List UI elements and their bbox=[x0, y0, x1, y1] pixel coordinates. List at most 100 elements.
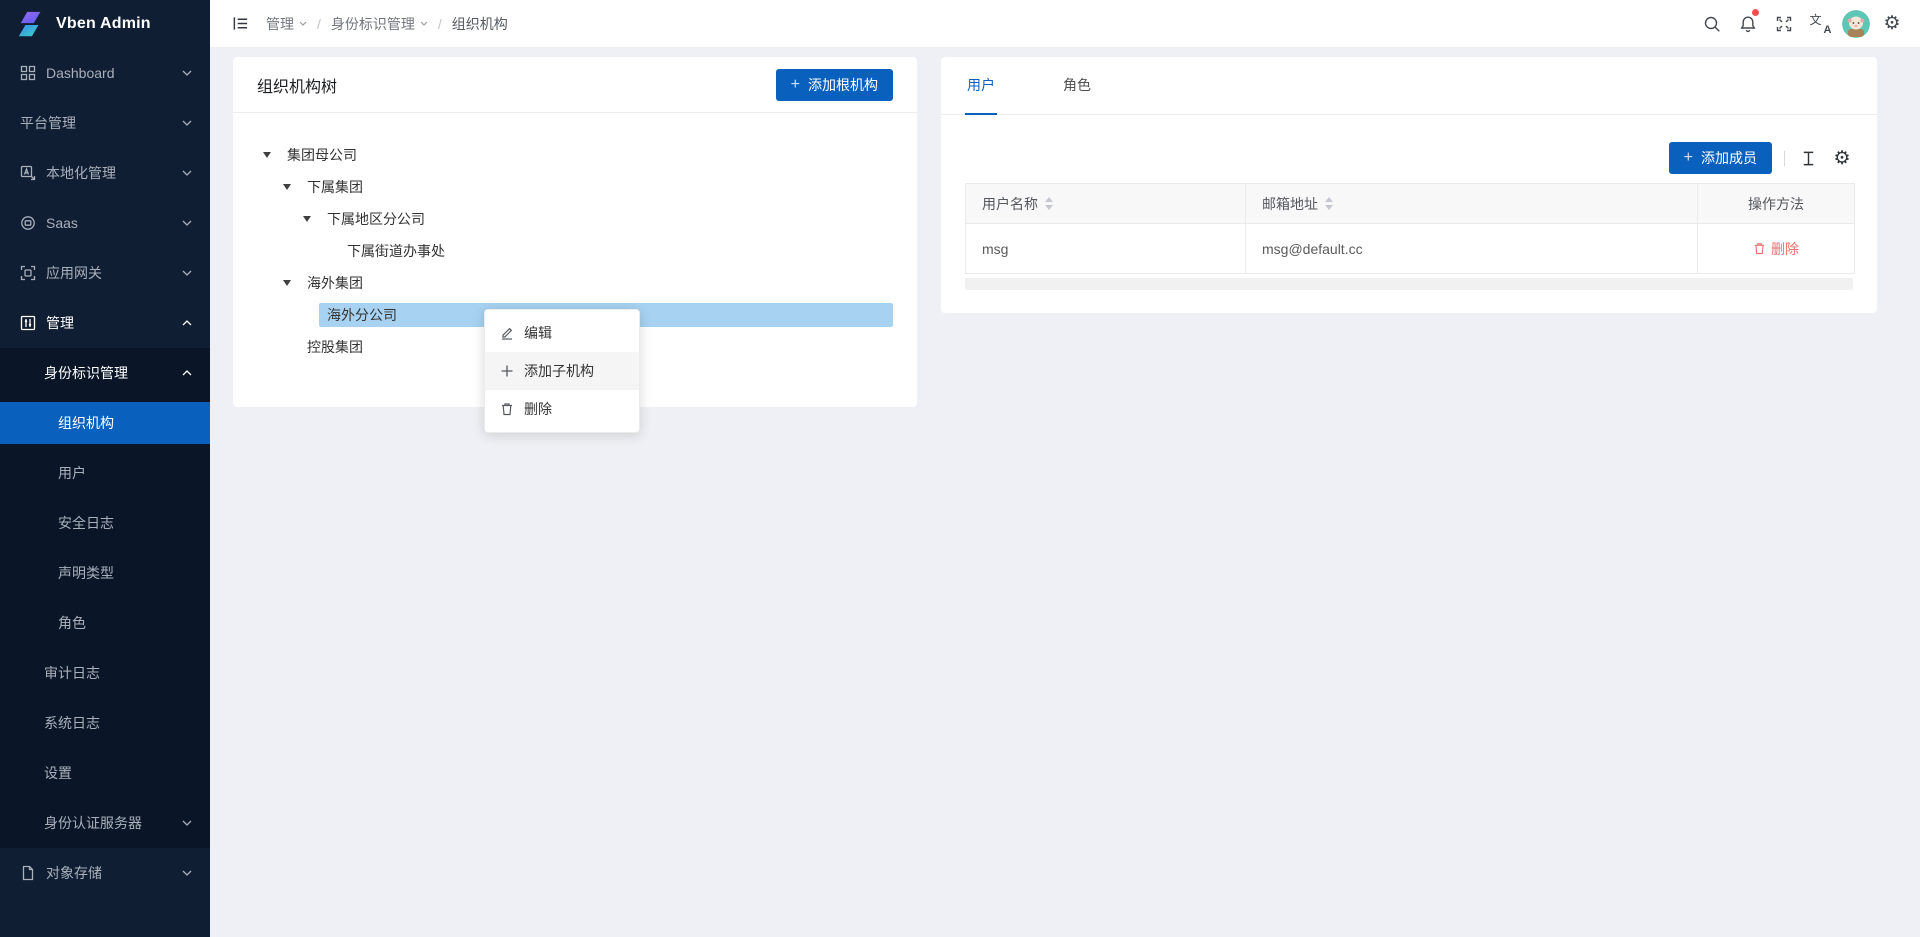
header-actions: 文 A ⚙ bbox=[1694, 0, 1910, 48]
sidebar-item-system-log[interactable]: 系统日志 bbox=[0, 698, 210, 748]
add-root-org-button[interactable]: + 添加根机构 bbox=[776, 69, 893, 101]
sidebar-fold-icon[interactable] bbox=[224, 0, 256, 48]
tree-node[interactable]: 下属集团 bbox=[257, 171, 893, 203]
table-scrollbar-track[interactable] bbox=[965, 278, 1853, 290]
breadcrumb-label: 组织机构 bbox=[452, 14, 508, 34]
sidebar-item-users[interactable]: 用户 bbox=[0, 448, 210, 498]
tree-caret-icon[interactable] bbox=[303, 216, 311, 222]
sidebar-item-saas[interactable]: Saas bbox=[0, 198, 210, 248]
sidebar-item-settings[interactable]: 设置 bbox=[0, 748, 210, 798]
breadcrumb: 管理 / 身份标识管理 / 组织机构 bbox=[266, 14, 508, 34]
search-icon[interactable] bbox=[1694, 0, 1730, 48]
logo[interactable]: Vben Admin bbox=[0, 0, 210, 48]
sidebar-menu: Dashboard 平台管理 本地化管理 bbox=[0, 48, 210, 898]
sidebar-item-label: 组织机构 bbox=[58, 413, 192, 433]
chevron-down-icon bbox=[182, 270, 192, 276]
chevron-down-icon bbox=[182, 70, 192, 76]
column-header-username[interactable]: 用户名称 bbox=[966, 184, 1246, 224]
sort-icon[interactable] bbox=[1045, 197, 1053, 210]
chevron-down-icon bbox=[182, 170, 192, 176]
tree-node[interactable]: 海外集团 bbox=[257, 267, 893, 299]
breadcrumb-label: 身份标识管理 bbox=[331, 14, 415, 34]
add-member-label: 添加成员 bbox=[1701, 148, 1757, 168]
sidebar-item-roles[interactable]: 角色 bbox=[0, 598, 210, 648]
user-avatar[interactable] bbox=[1838, 0, 1874, 48]
tree-caret-icon[interactable] bbox=[283, 280, 291, 286]
sidebar-item-label: 对象存储 bbox=[46, 863, 182, 883]
notification-dot bbox=[1752, 9, 1759, 16]
plus-icon bbox=[500, 364, 514, 378]
column-settings-gear-icon[interactable]: ⚙ bbox=[1831, 149, 1853, 168]
breadcrumb-item[interactable]: 身份标识管理 bbox=[331, 14, 428, 34]
add-root-org-label: 添加根机构 bbox=[808, 75, 878, 95]
localization-icon bbox=[20, 165, 46, 181]
context-menu-edit[interactable]: 编辑 bbox=[485, 314, 639, 352]
sidebar-item-label: 用户 bbox=[58, 463, 192, 483]
column-header-actions: 操作方法 bbox=[1698, 184, 1855, 224]
context-menu-label: 添加子机构 bbox=[524, 361, 594, 381]
saas-icon bbox=[20, 215, 46, 231]
tree-node[interactable]: 集团母公司 bbox=[257, 139, 893, 171]
sidebar-item-label: 声明类型 bbox=[58, 563, 192, 583]
tree-node-label: 海外集团 bbox=[299, 271, 893, 295]
context-menu-add-child-org[interactable]: 添加子机构 bbox=[485, 352, 639, 390]
row-height-icon[interactable] bbox=[1797, 150, 1819, 167]
vben-logo-icon bbox=[16, 9, 46, 39]
chevron-down-icon bbox=[299, 21, 307, 26]
add-member-button[interactable]: + 添加成员 bbox=[1669, 142, 1772, 174]
column-label: 操作方法 bbox=[1748, 194, 1804, 214]
sidebar-item-claim-types[interactable]: 声明类型 bbox=[0, 548, 210, 598]
lang-zh-glyph: 文 bbox=[1810, 11, 1822, 28]
breadcrumb-item-current: 组织机构 bbox=[452, 14, 508, 34]
chevron-up-icon bbox=[182, 320, 192, 326]
sidebar-item-identity-server[interactable]: 身份认证服务器 bbox=[0, 798, 210, 848]
members-panel: 用户 角色 + 添加成员 ⚙ bbox=[941, 57, 1877, 313]
tree-node[interactable]: 下属街道办事处 bbox=[257, 235, 893, 267]
column-header-email[interactable]: 邮箱地址 bbox=[1246, 184, 1698, 224]
table-toolbar: + 添加成员 ⚙ bbox=[965, 142, 1853, 174]
tree-context-menu: 编辑 添加子机构 删除 bbox=[484, 309, 640, 433]
sidebar-item-management[interactable]: 管理 bbox=[0, 298, 210, 348]
tab-roles[interactable]: 角色 bbox=[1061, 56, 1093, 114]
context-menu-label: 删除 bbox=[524, 399, 552, 419]
fullscreen-icon[interactable] bbox=[1766, 0, 1802, 48]
sidebar-item-localization[interactable]: 本地化管理 bbox=[0, 148, 210, 198]
context-menu-label: 编辑 bbox=[524, 323, 552, 343]
column-label: 用户名称 bbox=[982, 194, 1038, 214]
tree-node-label: 下属集团 bbox=[299, 175, 893, 199]
tree-caret-icon[interactable] bbox=[283, 184, 291, 190]
chevron-down-icon bbox=[182, 870, 192, 876]
tree-node[interactable]: 下属地区分公司 bbox=[257, 203, 893, 235]
delete-button[interactable]: 删除 bbox=[1753, 239, 1799, 259]
column-label: 邮箱地址 bbox=[1262, 194, 1318, 214]
sort-icon[interactable] bbox=[1325, 197, 1333, 210]
tab-label: 用户 bbox=[967, 75, 995, 95]
sidebar-item-label: 应用网关 bbox=[46, 263, 182, 283]
dashboard-icon bbox=[20, 65, 46, 81]
language-translate-icon[interactable]: 文 A bbox=[1802, 0, 1838, 48]
sidebar-item-object-storage[interactable]: 对象存储 bbox=[0, 848, 210, 898]
gear-icon[interactable]: ⚙ bbox=[1874, 0, 1910, 48]
management-icon bbox=[20, 315, 46, 331]
sidebar-item-audit-log[interactable]: 审计日志 bbox=[0, 648, 210, 698]
chevron-down-icon bbox=[182, 220, 192, 226]
toolbar-divider bbox=[1784, 151, 1785, 166]
sidebar-item-label: 平台管理 bbox=[20, 113, 182, 133]
sidebar-item-label: 安全日志 bbox=[58, 513, 192, 533]
sidebar-item-gateway[interactable]: 应用网关 bbox=[0, 248, 210, 298]
tree-caret-icon[interactable] bbox=[263, 152, 271, 158]
sidebar-item-identity-management[interactable]: 身份标识管理 bbox=[0, 348, 210, 398]
plus-icon: + bbox=[791, 77, 800, 93]
org-tree-panel-header: 组织机构树 + 添加根机构 bbox=[233, 57, 917, 113]
breadcrumb-item[interactable]: 管理 bbox=[266, 14, 307, 34]
sidebar-item-label: 审计日志 bbox=[44, 663, 192, 683]
sidebar-item-dashboard[interactable]: Dashboard bbox=[0, 48, 210, 98]
sidebar-item-organizations[interactable]: 组织机构 bbox=[0, 398, 210, 448]
sidebar-item-label: 身份标识管理 bbox=[44, 363, 182, 383]
notification-bell-icon[interactable] bbox=[1730, 0, 1766, 48]
context-menu-delete[interactable]: 删除 bbox=[485, 390, 639, 428]
cell-username: msg bbox=[966, 224, 1246, 274]
tab-users[interactable]: 用户 bbox=[965, 56, 997, 114]
sidebar-item-platform[interactable]: 平台管理 bbox=[0, 98, 210, 148]
sidebar-item-security-log[interactable]: 安全日志 bbox=[0, 498, 210, 548]
